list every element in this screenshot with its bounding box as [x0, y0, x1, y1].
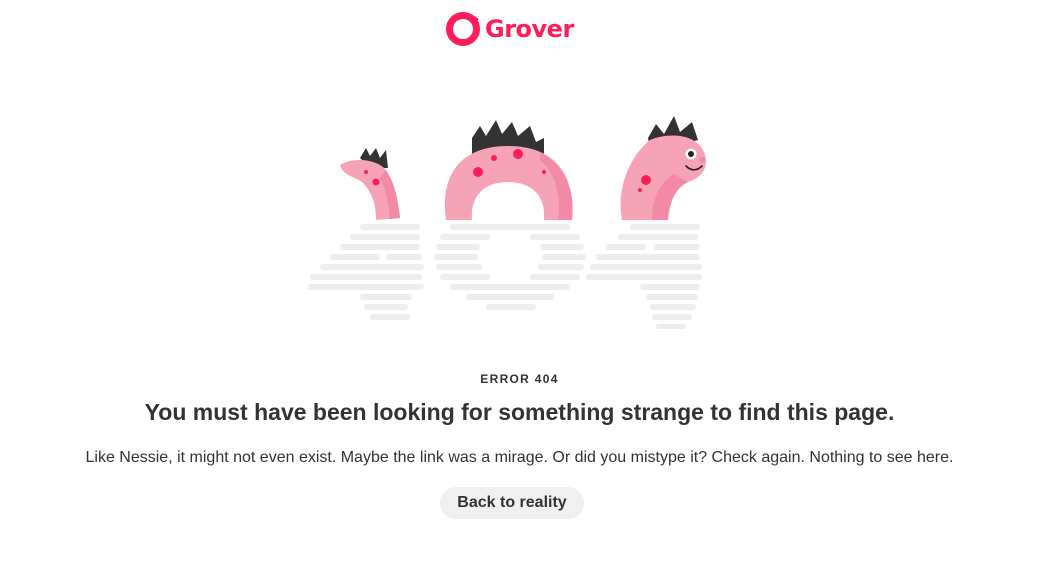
nessie-404-illustration	[308, 116, 707, 329]
nessie-body-arch	[444, 120, 573, 220]
nessie-head	[620, 116, 707, 220]
nessie-tail	[340, 148, 400, 220]
not-found-page: Grover ERROR 404 You must have been look…	[0, 0, 1039, 583]
water-reflection	[308, 224, 702, 329]
back-to-reality-button[interactable]: Back to reality	[440, 487, 584, 519]
error-code-label: ERROR 404	[480, 372, 559, 386]
error-description: Like Nessie, it might not even exist. Ma…	[85, 449, 954, 466]
grover-logo[interactable]: Grover	[444, 10, 574, 48]
page-title: You must have been looking for something…	[144, 399, 895, 425]
grover-logo-wordmark: Grover	[485, 15, 574, 43]
grover-logo-icon	[446, 12, 480, 46]
